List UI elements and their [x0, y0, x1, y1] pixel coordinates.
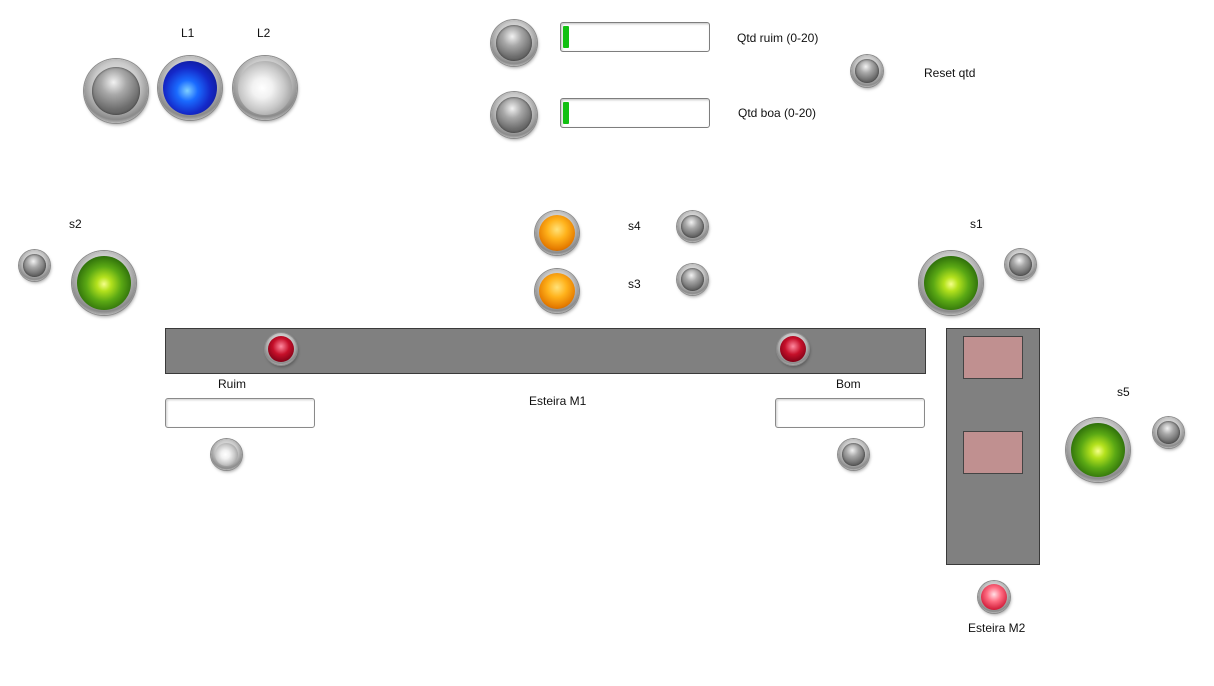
- s2-lamp-icon: [77, 256, 131, 310]
- m1-right-indicator-icon: [780, 336, 806, 362]
- s4-button-icon: [681, 215, 704, 238]
- s5-button[interactable]: [1153, 417, 1184, 448]
- ruim-button-icon: [215, 443, 238, 466]
- l1-label: L1: [181, 26, 195, 40]
- s2-button[interactable]: [19, 250, 50, 281]
- ruim-label: Ruim: [218, 377, 247, 391]
- s3-button[interactable]: [677, 264, 708, 295]
- m1-right-indicator: [777, 333, 809, 365]
- counter-ruim-button-icon: [496, 25, 532, 61]
- s4-lamp: [535, 211, 579, 255]
- m2-box-top: [963, 336, 1023, 379]
- l2-lamp-icon: [238, 61, 292, 115]
- s3-label: s3: [628, 277, 641, 291]
- reset-qtd-button-icon: [855, 59, 879, 83]
- master-button-icon: [92, 67, 140, 115]
- counter-ruim-fill: [563, 26, 569, 48]
- s5-button-icon: [1157, 421, 1180, 444]
- s5-label: s5: [1117, 385, 1130, 399]
- s1-label: s1: [970, 217, 983, 231]
- s3-lamp: [535, 269, 579, 313]
- m1-left-indicator-icon: [268, 336, 294, 362]
- s4-label: s4: [628, 219, 641, 233]
- conveyor-m2-label: Esteira M2: [968, 621, 1026, 635]
- conveyor-m1-label: Esteira M1: [529, 394, 587, 408]
- s1-lamp: [919, 251, 983, 315]
- l1-lamp: [158, 56, 222, 120]
- s2-lamp: [72, 251, 136, 315]
- bom-field[interactable]: [775, 398, 925, 428]
- ruim-button[interactable]: [211, 439, 242, 470]
- s1-lamp-icon: [924, 256, 978, 310]
- m2-box-bottom: [963, 431, 1023, 474]
- counter-boa-label: Qtd boa (0-20): [738, 106, 817, 120]
- counter-boa-button-icon: [496, 97, 532, 133]
- m1-left-indicator: [265, 333, 297, 365]
- bom-button-icon: [842, 443, 865, 466]
- m2-indicator-icon: [981, 584, 1007, 610]
- l1-lamp-icon: [163, 61, 217, 115]
- counter-boa-button[interactable]: [491, 92, 537, 138]
- s5-lamp: [1066, 418, 1130, 482]
- s5-lamp-icon: [1071, 423, 1125, 477]
- s1-button[interactable]: [1005, 249, 1036, 280]
- l2-label: L2: [257, 26, 271, 40]
- m2-indicator: [978, 581, 1010, 613]
- s4-button[interactable]: [677, 211, 708, 242]
- bom-label: Bom: [836, 377, 861, 391]
- counter-boa-bar: [560, 98, 710, 128]
- s3-button-icon: [681, 268, 704, 291]
- master-button[interactable]: [84, 59, 148, 123]
- counter-boa-fill: [563, 102, 569, 124]
- bom-button[interactable]: [838, 439, 869, 470]
- l2-lamp: [233, 56, 297, 120]
- ruim-field[interactable]: [165, 398, 315, 428]
- s4-lamp-icon: [539, 215, 575, 251]
- counter-ruim-label: Qtd ruim (0-20): [737, 31, 819, 45]
- s2-button-icon: [23, 254, 46, 277]
- s3-lamp-icon: [539, 273, 575, 309]
- s2-label: s2: [69, 217, 82, 231]
- reset-qtd-button[interactable]: [851, 55, 883, 87]
- s1-button-icon: [1009, 253, 1032, 276]
- counter-ruim-bar: [560, 22, 710, 52]
- reset-qtd-label: Reset qtd: [924, 66, 976, 80]
- counter-ruim-button[interactable]: [491, 20, 537, 66]
